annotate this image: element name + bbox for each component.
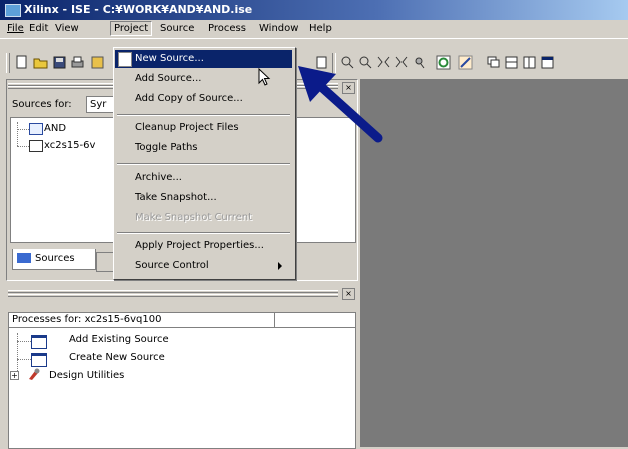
cascade-icon[interactable] xyxy=(486,55,501,70)
menu-item-toggle-paths-label: Toggle Paths xyxy=(135,142,198,153)
menu-source[interactable]: Source xyxy=(157,22,197,35)
menu-item-add-copy-label: Add Copy of Source... xyxy=(135,93,243,104)
menu-separator xyxy=(117,163,290,165)
print-icon[interactable] xyxy=(70,55,85,70)
menu-item-archive[interactable]: Archive... xyxy=(115,169,292,187)
menu-item-take-snapshot[interactable]: Take Snapshot... xyxy=(115,189,292,207)
tree-item-and[interactable]: AND xyxy=(44,123,66,134)
annotation-arrow-icon xyxy=(298,66,383,143)
menu-bar: File Edit View Project Source Process Wi… xyxy=(0,20,628,38)
menu-file[interactable]: File xyxy=(4,22,27,35)
process-create-new-source[interactable]: Create New Source xyxy=(69,352,165,363)
processes-header-label: Processes for: xc2s15-6vq100 xyxy=(12,314,162,325)
fit-all-icon[interactable] xyxy=(394,55,409,70)
menu-edit-label: Edit xyxy=(29,23,49,34)
design-utilities-icon xyxy=(27,368,41,381)
process-design-utilities[interactable]: Design Utilities xyxy=(49,370,124,381)
find-icon[interactable] xyxy=(412,55,427,70)
tab-sources-label: Sources xyxy=(35,253,75,264)
refresh-icon[interactable] xyxy=(436,55,451,70)
tile-horizontal-icon[interactable] xyxy=(504,55,519,70)
tab-sources[interactable]: Sources xyxy=(12,249,96,270)
menu-file-label: File xyxy=(7,23,24,34)
sources-for-label: Sources for: xyxy=(12,99,72,110)
menu-item-make-snapshot-label: Make Snapshot Current xyxy=(135,212,253,223)
menu-separator xyxy=(117,232,290,234)
menu-item-add-copy-of-source[interactable]: Add Copy of Source... xyxy=(115,90,292,108)
menu-process-label: Process xyxy=(208,23,246,34)
sources-for-value: Syr xyxy=(90,99,107,110)
menu-item-apply-project-properties[interactable]: Apply Project Properties... xyxy=(115,237,292,255)
tile-vertical-icon[interactable] xyxy=(522,55,537,70)
add-source-icon xyxy=(31,335,47,349)
menu-source-label: Source xyxy=(160,23,195,34)
project-icon[interactable] xyxy=(90,55,105,70)
save-icon[interactable] xyxy=(52,55,67,70)
sources-tab-icon xyxy=(17,253,31,263)
menu-item-new-source[interactable]: New Source... xyxy=(115,50,292,68)
title-bar: Xilinx - ISE - C:¥WORK¥AND¥AND.ise xyxy=(0,0,628,20)
menu-item-archive-label: Archive... xyxy=(135,172,182,183)
menu-item-take-snapshot-label: Take Snapshot... xyxy=(135,192,217,203)
menu-help[interactable]: Help xyxy=(306,22,335,35)
menu-item-apply-properties-label: Apply Project Properties... xyxy=(135,240,264,251)
toolbar-grip xyxy=(6,53,10,73)
project-file-icon xyxy=(29,123,43,135)
menu-separator xyxy=(117,114,290,116)
mouse-cursor-icon xyxy=(258,68,271,86)
workspace-area xyxy=(360,79,628,447)
processes-header: Processes for: xc2s15-6vq100 xyxy=(9,313,275,328)
menu-process[interactable]: Process xyxy=(205,22,249,35)
menu-item-source-control-label: Source Control xyxy=(135,260,209,271)
app-icon xyxy=(5,4,21,17)
menu-window-label: Window xyxy=(259,23,299,34)
open-folder-icon[interactable] xyxy=(33,55,48,70)
device-chip-icon xyxy=(29,140,43,152)
expand-toggle[interactable]: + xyxy=(10,371,19,380)
menu-edit[interactable]: Edit xyxy=(26,22,51,35)
menu-window[interactable]: Window xyxy=(256,22,301,35)
process-add-existing-source[interactable]: Add Existing Source xyxy=(69,334,169,345)
menu-item-make-snapshot-current: Make Snapshot Current xyxy=(115,209,292,227)
menu-project-label: Project xyxy=(114,23,149,34)
menu-help-label: Help xyxy=(309,23,332,34)
menu-view[interactable]: View xyxy=(52,22,82,35)
window-title: Xilinx - ISE - C:¥WORK¥AND¥AND.ise xyxy=(24,3,253,16)
menu-item-new-source-label: New Source... xyxy=(135,53,204,64)
new-source-menu-icon xyxy=(118,52,132,67)
processes-panel-grip: × xyxy=(6,288,356,300)
window-icon[interactable] xyxy=(540,55,555,70)
menu-item-cleanup-project-files[interactable]: Cleanup Project Files xyxy=(115,119,292,137)
tree-item-device[interactable]: xc2s15-6v xyxy=(44,140,95,151)
menu-item-toggle-paths[interactable]: Toggle Paths xyxy=(115,139,292,157)
menu-item-add-source-label: Add Source... xyxy=(135,73,202,84)
processes-close-button[interactable]: × xyxy=(342,288,355,300)
processes-panel: Processes for: xc2s15-6vq100 Add Existin… xyxy=(8,312,356,449)
new-source-icon xyxy=(31,353,47,367)
new-file-icon[interactable] xyxy=(14,55,29,70)
processes-header-status xyxy=(275,313,355,328)
menu-view-label: View xyxy=(55,23,79,34)
menu-project[interactable]: Project xyxy=(110,21,153,36)
submenu-arrow-icon xyxy=(278,262,282,270)
wand-icon[interactable] xyxy=(458,55,473,70)
menu-item-source-control[interactable]: Source Control xyxy=(115,257,292,275)
menu-item-cleanup-label: Cleanup Project Files xyxy=(135,122,239,133)
